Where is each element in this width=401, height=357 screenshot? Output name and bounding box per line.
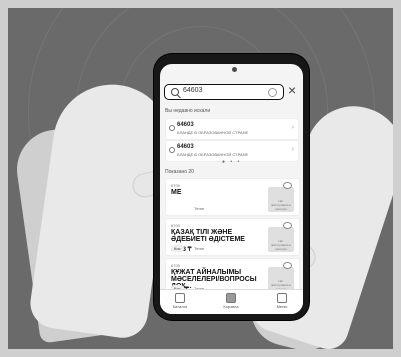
catalog-icon bbox=[175, 293, 185, 303]
price-note: Тенге bbox=[194, 246, 205, 251]
heart-icon[interactable] bbox=[283, 222, 292, 229]
menu-icon bbox=[277, 293, 287, 303]
search-icon bbox=[169, 147, 175, 153]
search-input-value: 64603 bbox=[183, 87, 203, 94]
product-thumbnail: Нет фотографии в наличии bbox=[268, 187, 294, 212]
thumbnail-caption: Нет фотографии в наличии bbox=[271, 199, 291, 211]
nav-item-cart[interactable]: Корзина bbox=[213, 293, 249, 309]
search-input[interactable]: 64603 bbox=[164, 84, 284, 100]
product-card[interactable]: 6709 ҚАЗАҚ ТІЛІ ЖӘНЕ ӘДЕБИЕТІ ӘДІСТЕМЕ 1… bbox=[165, 218, 300, 256]
thumbnail-caption: Нет фотографии в наличии bbox=[271, 239, 291, 251]
chevron-right-icon: › bbox=[291, 124, 294, 131]
product-card[interactable]: 6709 МЕ Тенге Нет фотографии в наличии bbox=[165, 178, 300, 216]
bottom-navigation: Каталог Корзина Меню bbox=[160, 289, 303, 314]
clear-search-icon[interactable] bbox=[268, 88, 277, 97]
product-meta: 6709 bbox=[171, 223, 180, 228]
heart-icon[interactable] bbox=[283, 182, 292, 189]
recent-searches-title: Вы недавно искали bbox=[165, 108, 211, 114]
recent-search-item[interactable]: 64603 БЛАНДЕ В ОБРАЗОВАННОЙ СТРАНЕ › bbox=[165, 118, 299, 140]
background-frame: 64603 × Вы недавно искали 64603 БЛАНДЕ В… bbox=[8, 8, 393, 349]
nav-label: Каталог bbox=[172, 304, 188, 309]
close-icon[interactable]: × bbox=[288, 83, 296, 97]
nav-label: Меню bbox=[276, 304, 288, 309]
recent-search-subtitle: БЛАНДЕ В ОБРАЗОВАННОЙ СТРАНЕ bbox=[177, 130, 249, 135]
search-icon bbox=[169, 125, 175, 131]
recent-search-query: 64603 bbox=[177, 144, 194, 150]
chevron-right-icon: › bbox=[291, 146, 294, 153]
screenshot-scene: 64603 × Вы недавно искали 64603 БЛАНДЕ В… bbox=[0, 0, 401, 357]
cart-icon bbox=[226, 293, 236, 303]
product-meta: 6709 bbox=[171, 183, 180, 188]
product-title: МЕ bbox=[171, 189, 182, 196]
availability-pill: Кос bbox=[171, 245, 184, 252]
camera-dot bbox=[232, 67, 237, 72]
price-note: Тенге bbox=[194, 206, 205, 211]
nav-item-catalog[interactable]: Каталог bbox=[162, 293, 198, 309]
product-thumbnail: Нет фотографии в наличии bbox=[268, 227, 294, 252]
phone-device: 64603 × Вы недавно искали 64603 БЛАНДЕ В… bbox=[154, 54, 309, 320]
pagination-dots: ● • • bbox=[222, 159, 242, 165]
results-count: Показано 20 bbox=[165, 169, 194, 175]
product-meta: 6709 bbox=[171, 263, 180, 268]
nav-item-menu[interactable]: Меню bbox=[264, 293, 300, 309]
recent-search-subtitle: БЛАНДЕ В ОБРАЗОВАННОЙ СТРАНЕ bbox=[177, 152, 249, 157]
recent-search-query: 64603 bbox=[177, 122, 194, 128]
phone-screen: 64603 × Вы недавно искали 64603 БЛАНДЕ В… bbox=[160, 64, 303, 314]
product-title: ҚАЗАҚ ТІЛІ ЖӘНЕ ӘДЕБИЕТІ ӘДІСТЕМЕ bbox=[171, 229, 245, 243]
search-icon bbox=[171, 88, 179, 96]
heart-icon[interactable] bbox=[283, 262, 292, 269]
nav-label: Корзина bbox=[223, 304, 239, 309]
